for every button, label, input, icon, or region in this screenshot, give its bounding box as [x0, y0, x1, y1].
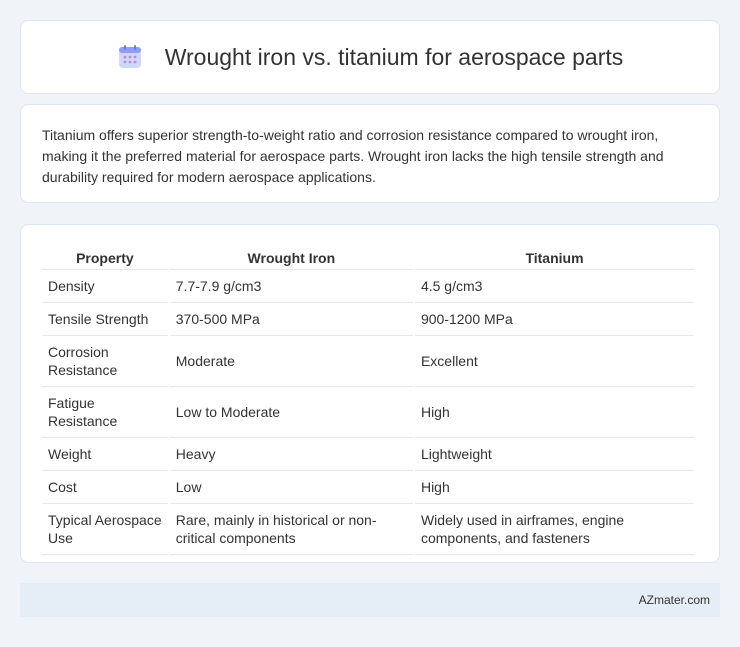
- table-cell: Corrosion Resistance: [42, 336, 168, 387]
- summary-card: Titanium offers superior strength-to-wei…: [20, 104, 720, 203]
- table-cell: High: [414, 471, 694, 504]
- table-row: Density 7.7-7.9 g/cm3 4.5 g/cm3: [42, 270, 694, 303]
- table-cell: Low: [169, 471, 413, 504]
- table-cell: 4.5 g/cm3: [414, 270, 694, 303]
- comparison-table: Property Wrought Iron Titanium Density 7…: [40, 245, 696, 555]
- table-row: Fatigue Resistance Low to Moderate High: [42, 387, 694, 438]
- table-row: Tensile Strength 370-500 MPa 900-1200 MP…: [42, 303, 694, 336]
- comparison-table-card: Property Wrought Iron Titanium Density 7…: [20, 224, 720, 563]
- table-cell: Tensile Strength: [42, 303, 168, 336]
- column-header-titanium: Titanium: [414, 245, 694, 270]
- table-cell: 7.7-7.9 g/cm3: [169, 270, 413, 303]
- table-cell: Low to Moderate: [169, 387, 413, 438]
- table-cell: Weight: [42, 438, 168, 471]
- table-cell: High: [414, 387, 694, 438]
- footer: AZmater.com: [20, 583, 720, 617]
- page-title: Wrought iron vs. titanium for aerospace …: [164, 43, 624, 70]
- table-row: Typical Aerospace Use Rare, mainly in hi…: [42, 504, 694, 555]
- table-cell: Excellent: [414, 336, 694, 387]
- table-cell: 900-1200 MPa: [414, 303, 694, 336]
- column-header-wrought-iron: Wrought Iron: [169, 245, 413, 270]
- table-cell: Heavy: [169, 438, 413, 471]
- table-cell: Cost: [42, 471, 168, 504]
- table-cell: Fatigue Resistance: [42, 387, 168, 438]
- title-card: Wrought iron vs. titanium for aerospace …: [20, 20, 720, 94]
- table-cell: Moderate: [169, 336, 413, 387]
- table-cell: Typical Aerospace Use: [42, 504, 168, 555]
- column-header-property: Property: [42, 245, 168, 270]
- footer-site-name: AZmater.com: [638, 593, 710, 607]
- table-cell: Rare, mainly in historical or non-critic…: [169, 504, 413, 555]
- table-header-row: Property Wrought Iron Titanium: [42, 245, 694, 270]
- table-row: Cost Low High: [42, 471, 694, 504]
- table-cell: Density: [42, 270, 168, 303]
- calendar-icon: [117, 44, 143, 70]
- table-cell: 370-500 MPa: [169, 303, 413, 336]
- table-row: Weight Heavy Lightweight: [42, 438, 694, 471]
- summary-text: Titanium offers superior strength-to-wei…: [42, 127, 664, 185]
- table-cell: Widely used in airframes, engine compone…: [414, 504, 694, 555]
- table-cell: Lightweight: [414, 438, 694, 471]
- table-row: Corrosion Resistance Moderate Excellent: [42, 336, 694, 387]
